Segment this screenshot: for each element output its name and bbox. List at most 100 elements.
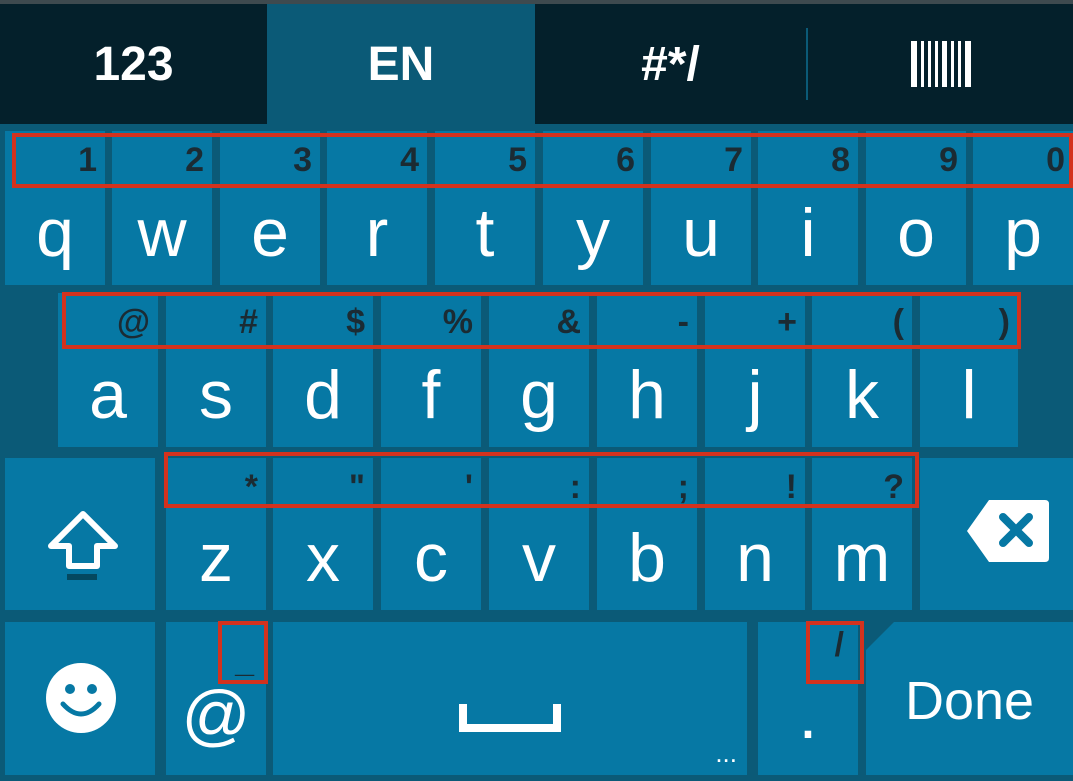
mode-tab-bar: 123 EN #*/ [0,4,1073,124]
key-hint: 3 [293,141,312,179]
key-hint: 0 [1046,141,1065,179]
key-p[interactable]: 0p [973,131,1073,285]
key-h[interactable]: -h [597,293,697,447]
space-more-indicator: ... [715,738,737,768]
key-g[interactable]: & g [489,293,589,447]
key-m[interactable]: ? m [812,458,912,610]
tab-numbers[interactable]: 123 [0,4,267,124]
space-key[interactable]: ... [273,622,747,775]
key-hint: ( [892,303,904,341]
key-hint: 2 [185,141,204,179]
key-label: p [1004,195,1042,271]
key-j[interactable]: + j [705,293,805,447]
key-i[interactable]: 8i [758,131,858,285]
emoji-key[interactable] [5,622,155,775]
period-key[interactable]: / . [758,622,858,775]
key-hint: 9 [939,141,958,179]
key-label: a [89,357,127,433]
done-label: Done [904,671,1035,731]
key-label: t [475,195,495,271]
key-hint: 5 [508,141,527,179]
space-icon [459,704,561,732]
tab-barcode[interactable] [808,4,1073,124]
key-hint: 1 [78,141,97,179]
key-label: o [897,195,935,271]
key-label: @ [181,677,251,753]
key-label: i [800,195,816,271]
key-label: k [845,357,879,433]
key-a[interactable]: @ a [58,293,158,447]
key-label: e [251,195,289,271]
shift-key[interactable] [5,458,155,610]
key-label: r [365,195,389,271]
shift-icon [48,511,118,580]
key-label: d [304,357,342,433]
key-u[interactable]: 7u [651,131,751,285]
key-y[interactable]: 6y [543,131,643,285]
key-hint: & [556,303,581,341]
key-hint: $ [346,303,365,341]
backspace-icon [967,500,1049,562]
key-z[interactable]: * z [166,458,266,610]
key-f[interactable]: % f [381,293,481,447]
key-label: q [36,195,74,271]
key-hint: ' [464,468,473,506]
emoji-icon [46,663,116,733]
key-hint: 8 [831,141,850,179]
key-c[interactable]: ' c [381,458,481,610]
key-hint: 7 [724,141,743,179]
key-hint: * [244,468,258,506]
key-r[interactable]: 4r [327,131,427,285]
key-hint: 6 [616,141,635,179]
at-key[interactable]: _ @ [166,622,266,775]
key-hint: _ [235,642,254,680]
tab-symbols-label: #*/ [641,37,700,91]
key-label: b [628,520,666,596]
key-hint: : [569,468,581,506]
key-b[interactable]: ; b [597,458,697,610]
key-label: w [137,195,187,271]
key-hint: / [834,626,844,664]
key-label: c [414,520,448,596]
key-label: . [798,677,818,753]
key-label: u [682,195,720,271]
key-hint: 4 [400,141,419,179]
tab-symbols[interactable]: #*/ [535,4,806,124]
key-s[interactable]: # s [166,293,266,447]
key-hint: " [348,468,365,506]
key-hint: % [442,303,473,341]
key-d[interactable]: $ d [273,293,373,447]
key-hint: # [239,303,258,341]
key-label: m [833,520,891,596]
key-label: n [736,520,774,596]
key-l[interactable]: ) l [920,293,1018,447]
tab-language[interactable]: EN [267,4,535,124]
key-x[interactable]: " x [273,458,373,610]
key-o[interactable]: 9o [866,131,966,285]
key-hint: - [677,303,689,341]
key-label: f [421,357,441,433]
key-q[interactable]: 1q [5,131,105,285]
key-hint: + [777,303,797,341]
key-n[interactable]: ! n [705,458,805,610]
key-label: g [520,357,558,433]
key-label: y [576,195,610,271]
key-hint: ? [883,468,904,506]
key-label: h [628,357,666,433]
backspace-key[interactable] [920,458,1073,610]
tab-language-label: EN [367,37,435,91]
key-v[interactable]: :v [489,458,589,610]
key-t[interactable]: 5t [435,131,535,285]
key-label: x [306,520,340,596]
keyboard: 123 EN #*/ 1q 2w 3e 4r 5t 6y 7u 8i 9o 0p… [0,0,1073,781]
key-e[interactable]: 3e [220,131,320,285]
key-label: z [199,520,233,596]
key-label: v [522,520,556,596]
done-key[interactable]: Done [866,622,1073,775]
key-hint: ; [677,468,689,506]
key-hint: @ [116,303,150,341]
key-label: s [199,357,233,433]
key-k[interactable]: (k [812,293,912,447]
key-hint: ! [785,468,797,506]
key-w[interactable]: 2w [112,131,212,285]
